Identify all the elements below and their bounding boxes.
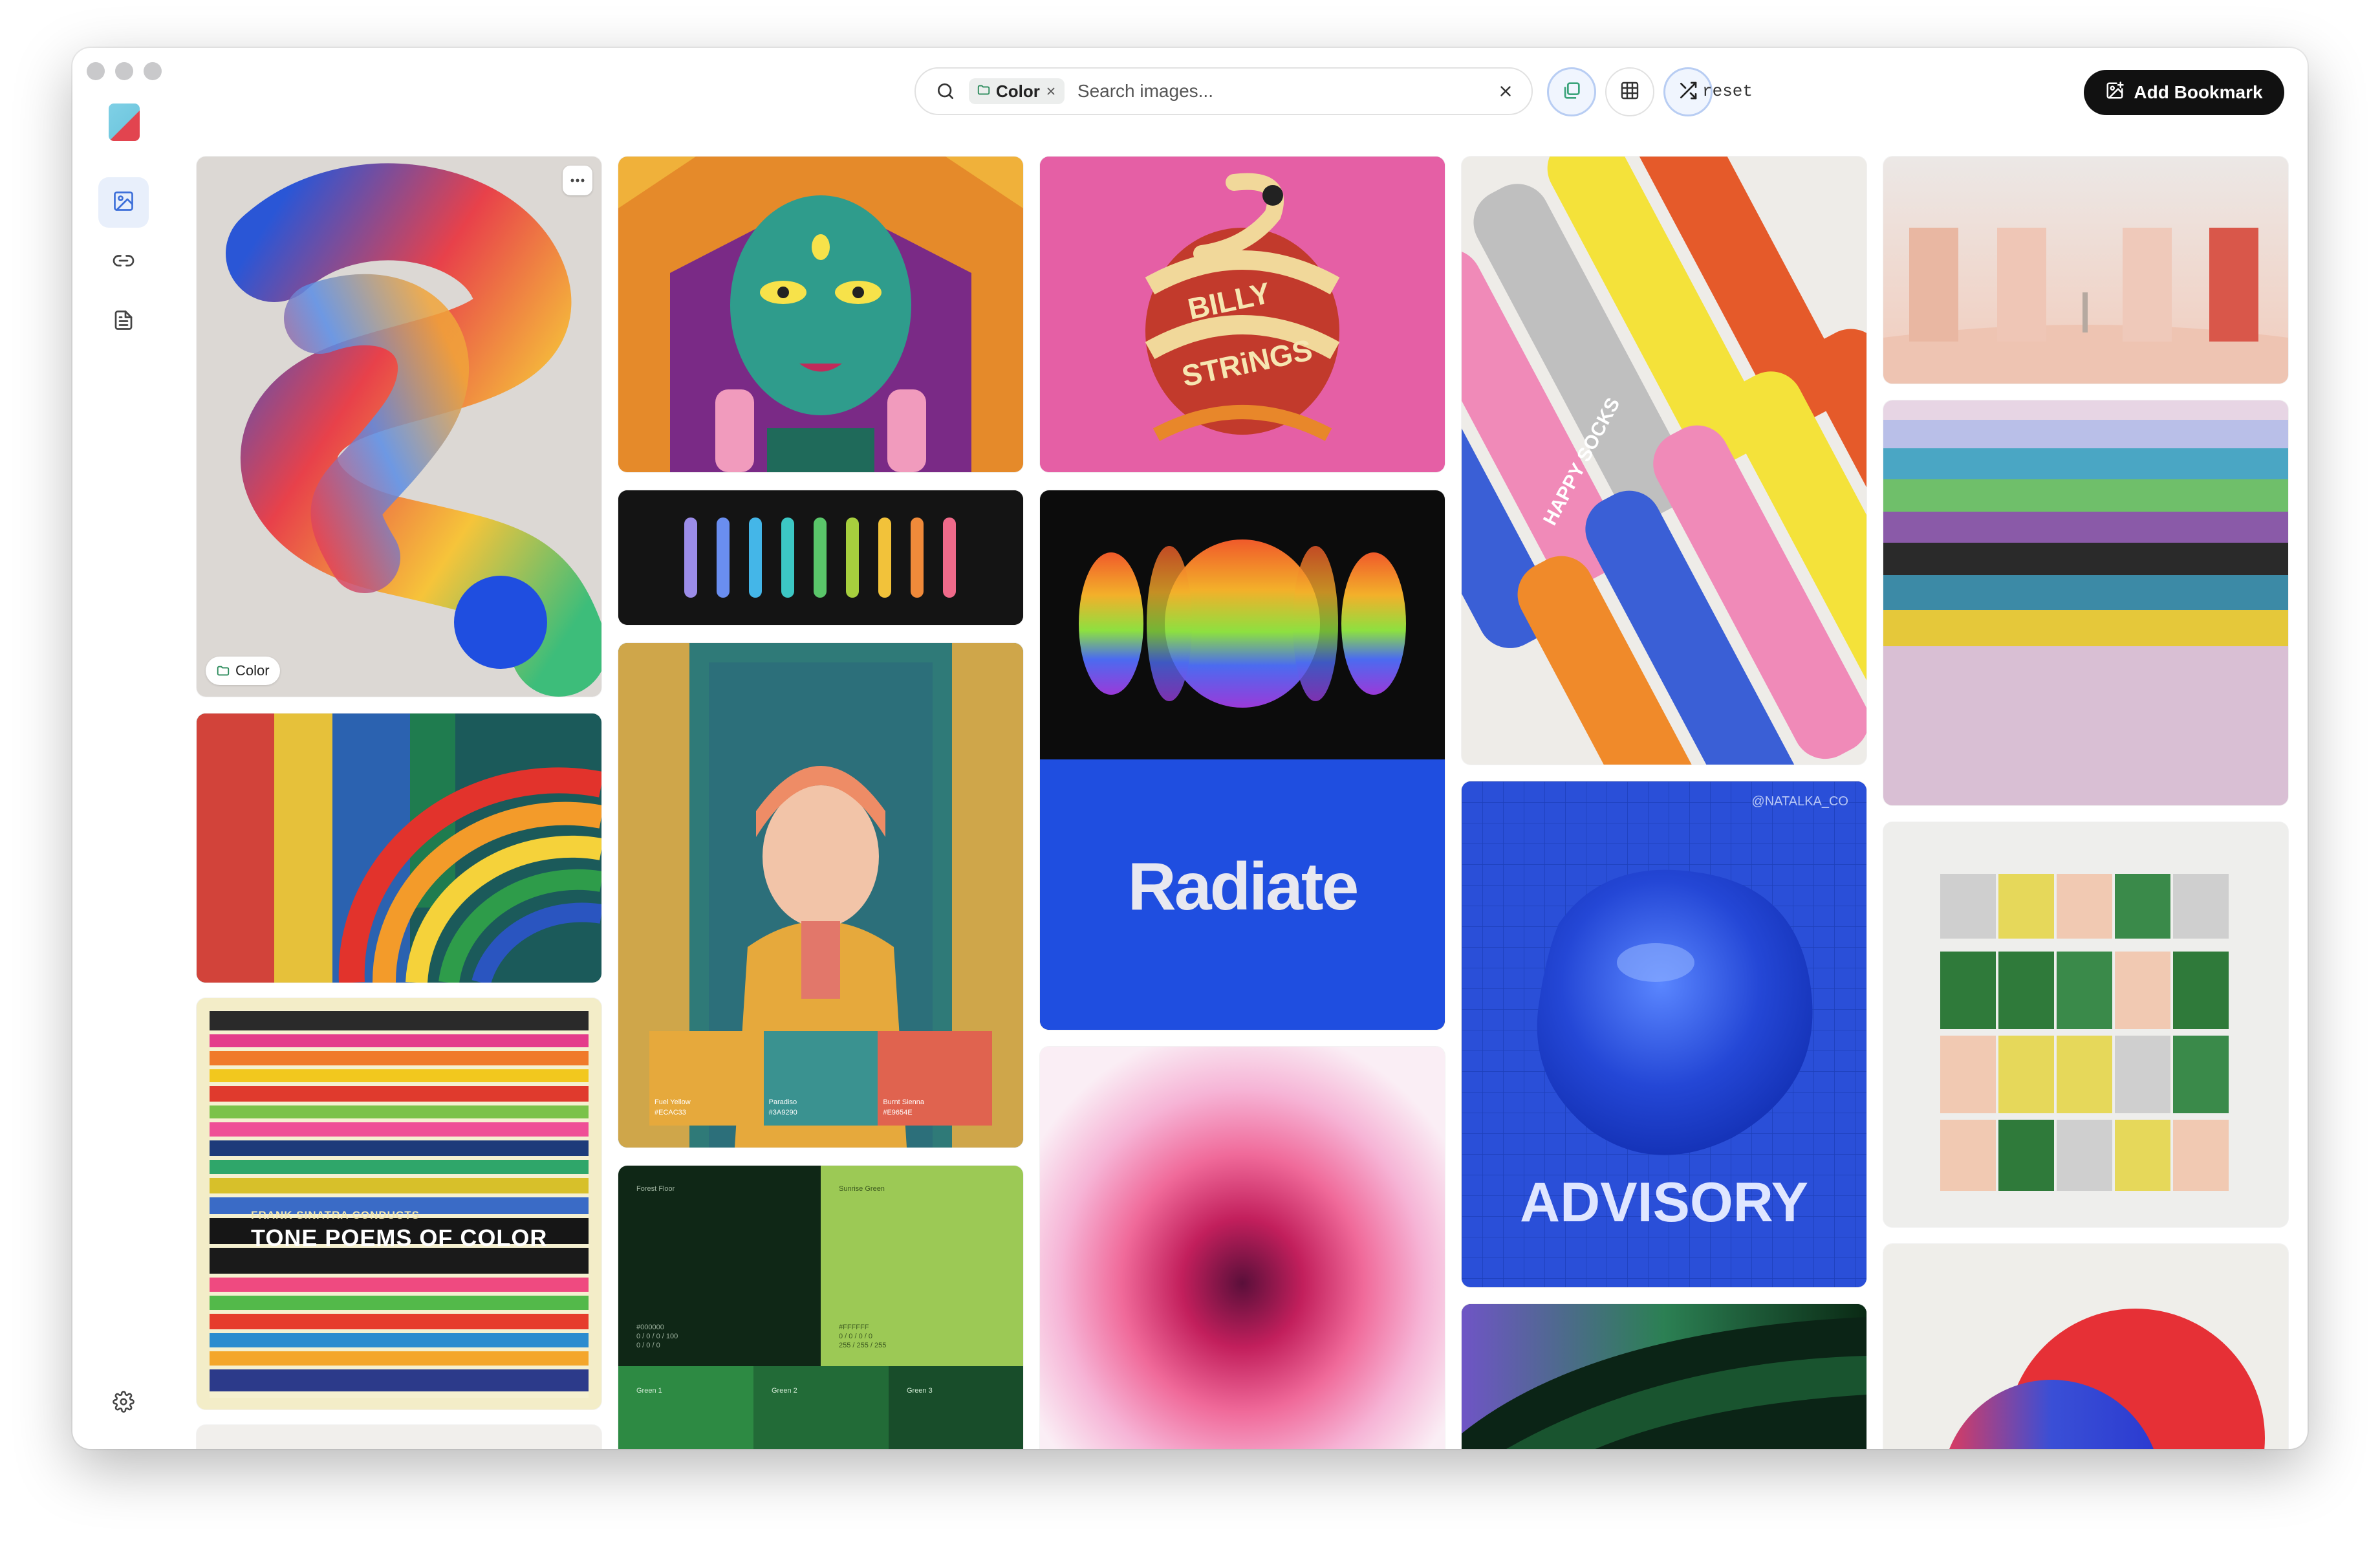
folder-icon bbox=[977, 82, 991, 102]
image-card-gradient-stripes[interactable] bbox=[1883, 400, 2288, 805]
view-stack-button[interactable] bbox=[1547, 67, 1596, 116]
app-window: Color reset bbox=[72, 48, 2308, 1449]
ellipsis-icon bbox=[570, 178, 585, 183]
folder-icon bbox=[216, 664, 230, 678]
gear-icon bbox=[113, 1390, 135, 1416]
image-card-billy-strings[interactable]: BILLY STRiNGS bbox=[1040, 157, 1445, 472]
image-card-rainbow-paint[interactable] bbox=[197, 713, 601, 983]
sidebar bbox=[72, 48, 175, 1449]
image-card-desert-panels[interactable] bbox=[1883, 157, 2288, 384]
album-subtitle: FRANK SINATRA CONDUCTS bbox=[251, 1209, 420, 1221]
palette-swatches: Fuel Yellow #ECAC33 Paradiso #3A9290 Bur… bbox=[649, 1031, 993, 1126]
forest-floor-label: Forest Floor bbox=[636, 1185, 675, 1193]
top-bar: Color reset bbox=[175, 48, 2308, 135]
sunrise-green-block: Sunrise Green #FFFFFF 0 / 0 / 0 / 0 255 … bbox=[821, 1166, 1023, 1366]
swatch-name: Paradiso bbox=[768, 1098, 797, 1106]
green-3-label: Green 3 bbox=[907, 1387, 933, 1395]
stack-icon bbox=[1561, 80, 1583, 105]
image-card-green-palette[interactable]: Forest Floor #000000 0 / 0 / 0 / 100 0 /… bbox=[618, 1166, 1023, 1449]
card-tag-label: Color bbox=[235, 662, 270, 679]
green-2-label: Green 2 bbox=[772, 1387, 797, 1395]
sunrise-green-label: Sunrise Green bbox=[839, 1185, 885, 1193]
green-1-block: Green 1 bbox=[618, 1366, 753, 1449]
link-icon bbox=[112, 249, 135, 276]
image-card-advisory[interactable]: @NATALKA_CO ADVISORY bbox=[1462, 781, 1866, 1287]
palette-swatch: Fuel Yellow #ECAC33 bbox=[649, 1031, 764, 1126]
shuffle-icon bbox=[1678, 80, 1698, 104]
sunrise-green-rgb: 0 / 0 / 0 / 0 bbox=[839, 1333, 872, 1340]
forest-floor-cmyk: 0 / 0 / 0 bbox=[636, 1342, 660, 1349]
image-plus-icon bbox=[2105, 81, 2125, 105]
filter-chip-label: Color bbox=[996, 81, 1040, 101]
sidebar-item-links[interactable] bbox=[98, 237, 149, 287]
image-card-partial-1[interactable] bbox=[197, 1425, 601, 1449]
card-tag-badge[interactable]: Color bbox=[206, 657, 280, 685]
reset-link[interactable]: reset bbox=[1702, 82, 1753, 101]
forest-floor-hex: #000000 bbox=[636, 1323, 664, 1331]
forest-floor-rgb: 0 / 0 / 0 / 100 bbox=[636, 1333, 678, 1340]
image-card-radiate[interactable]: Radiate bbox=[1040, 490, 1445, 1030]
image-grid: Color FRANK SINATRA CONDUCTS TONE POEMS … bbox=[197, 157, 2288, 1449]
image-card-green-waves[interactable] bbox=[1462, 1304, 1866, 1449]
settings-button[interactable] bbox=[98, 1378, 149, 1428]
green-3-block: Green 3 bbox=[889, 1366, 1023, 1449]
filter-chip-color[interactable]: Color bbox=[969, 78, 1065, 104]
green-1-label: Green 1 bbox=[636, 1387, 662, 1395]
card-menu-button[interactable] bbox=[563, 166, 592, 195]
forest-floor-block: Forest Floor #000000 0 / 0 / 0 / 100 0 /… bbox=[618, 1166, 821, 1366]
swatch-hex: #ECAC33 bbox=[654, 1109, 686, 1116]
image-card-color-bars[interactable] bbox=[618, 490, 1023, 625]
image-icon bbox=[112, 190, 135, 216]
image-card-tubes[interactable]: Color bbox=[197, 157, 601, 697]
image-card-red-circle[interactable] bbox=[1883, 1244, 2288, 1449]
swatch-name: Burnt Sienna bbox=[883, 1098, 924, 1106]
sunrise-green-cmyk: 255 / 255 / 255 bbox=[839, 1342, 887, 1349]
palette-swatch: Paradiso #3A9290 bbox=[763, 1031, 878, 1126]
advisory-title: ADVISORY bbox=[1520, 1171, 1808, 1234]
image-card-woman-palette[interactable]: Fuel Yellow #ECAC33 Paradiso #3A9290 Bur… bbox=[618, 643, 1023, 1148]
image-card-goddess-illustration[interactable] bbox=[618, 157, 1023, 472]
image-card-happy-socks[interactable]: HAPPY SOCKS bbox=[1462, 157, 1866, 765]
search-bar[interactable]: Color bbox=[914, 67, 1533, 115]
swatch-name: Fuel Yellow bbox=[654, 1098, 691, 1106]
view-grid-button[interactable] bbox=[1605, 67, 1654, 116]
advisory-handle: @NATALKA_CO bbox=[1751, 794, 1848, 809]
add-bookmark-button[interactable]: Add Bookmark bbox=[2084, 70, 2284, 115]
radiate-title: Radiate bbox=[1127, 849, 1359, 924]
image-card-pink-circles[interactable] bbox=[1040, 1047, 1445, 1449]
search-icon bbox=[933, 78, 958, 104]
search-input[interactable] bbox=[1076, 80, 1467, 102]
image-card-paper-grid[interactable] bbox=[1883, 822, 2288, 1227]
swatch-hex: #3A9290 bbox=[768, 1109, 797, 1116]
green-2-block: Green 2 bbox=[753, 1366, 889, 1449]
clear-search-icon[interactable] bbox=[1494, 80, 1517, 103]
swatch-hex: #E9654E bbox=[883, 1109, 913, 1116]
sidebar-item-images[interactable] bbox=[98, 177, 149, 228]
remove-chip-icon[interactable] bbox=[1045, 82, 1057, 102]
grid-icon bbox=[1619, 80, 1640, 104]
add-bookmark-label: Add Bookmark bbox=[2134, 82, 2263, 102]
palette-swatch: Burnt Sienna #E9654E bbox=[878, 1031, 993, 1126]
album-title: TONE POEMS OF COLOR bbox=[251, 1225, 548, 1251]
image-card-tone-poems[interactable]: FRANK SINATRA CONDUCTS TONE POEMS OF COL… bbox=[197, 998, 601, 1410]
document-icon bbox=[112, 309, 135, 335]
sidebar-item-notes[interactable] bbox=[98, 296, 149, 347]
sunrise-green-hex: #FFFFFF bbox=[839, 1323, 869, 1331]
app-logo bbox=[109, 103, 140, 141]
